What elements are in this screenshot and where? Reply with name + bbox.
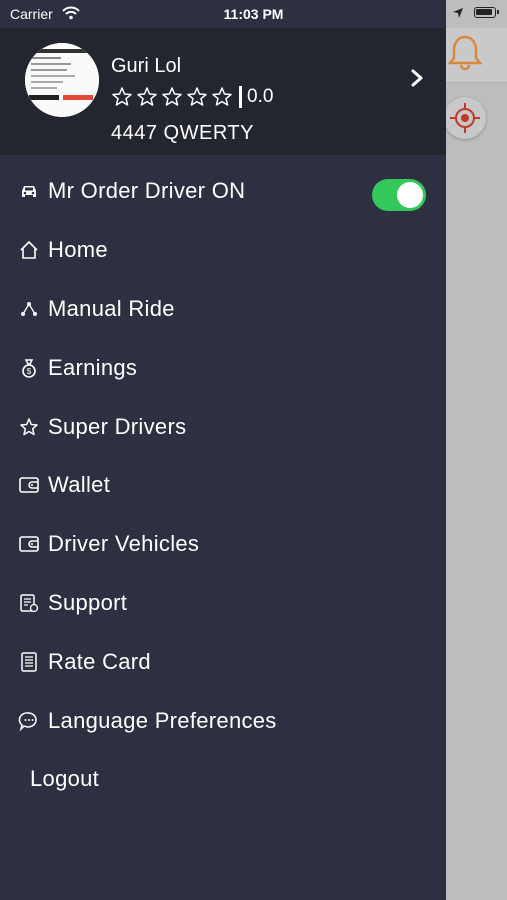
chevron-right-icon[interactable] <box>408 68 426 88</box>
home-icon <box>18 239 40 261</box>
bell-icon[interactable] <box>446 33 484 73</box>
menu-item-logout[interactable]: Logout <box>0 750 446 808</box>
rate-card-icon <box>18 651 40 673</box>
wallet-icon <box>18 533 40 555</box>
driver-status-toggle[interactable] <box>372 179 426 211</box>
crosshair-icon <box>450 103 480 133</box>
profile-header[interactable]: Guri Lol 0.0 4447 QWERTY <box>0 28 446 155</box>
menu-item-label: Home <box>48 237 108 262</box>
rating-star-icon <box>162 87 182 106</box>
menu-item-home[interactable]: Home <box>0 221 446 279</box>
avatar <box>25 43 99 117</box>
menu-item-label: Super Drivers <box>48 414 187 439</box>
chat-icon <box>18 710 40 732</box>
rating-divider <box>239 86 242 108</box>
rating-star-icon <box>112 87 132 106</box>
locate-me-button[interactable] <box>444 97 486 139</box>
menu-item-language-preferences[interactable]: Language Preferences <box>0 692 446 750</box>
clock: 11:03 PM <box>223 6 284 22</box>
menu-item-rate-card[interactable]: Rate Card <box>0 633 446 691</box>
support-doc-icon <box>18 592 40 614</box>
menu-item-label: Logout <box>30 766 100 791</box>
rating-value: 0.0 <box>247 86 274 107</box>
star-icon <box>18 416 40 438</box>
menu-item-label: Rate Card <box>48 649 151 674</box>
svg-text:$: $ <box>27 367 32 376</box>
driver-status-label: Mr Order Driver ON <box>48 178 246 203</box>
menu-item-driver-vehicles[interactable]: Driver Vehicles <box>0 515 446 573</box>
wallet-icon <box>18 474 40 496</box>
menu-item-manual-ride[interactable]: Manual Ride <box>0 280 446 338</box>
vehicle-plate: 4447 QWERTY <box>111 122 254 144</box>
menu-item-label: Support <box>48 590 128 615</box>
share-nodes-icon <box>18 298 40 320</box>
menu-item-label: Manual Ride <box>48 296 175 321</box>
menu-item-label: Wallet <box>48 472 111 497</box>
menu-item-wallet[interactable]: Wallet <box>0 456 446 514</box>
battery-icon <box>474 7 499 18</box>
driver-name: Guri Lol <box>111 55 182 77</box>
rating-star-icon <box>187 87 207 106</box>
car-icon <box>18 180 40 202</box>
menu-item-support[interactable]: Support <box>0 574 446 632</box>
money-bag-icon: $ <box>18 357 40 379</box>
side-drawer: Guri Lol 0.0 4447 QWERTY Mr Order Driver… <box>0 0 446 900</box>
menu-item-label: Earnings <box>48 355 138 380</box>
toggle-knob <box>397 182 423 208</box>
rating-stars: 0.0 <box>111 86 273 108</box>
rating-star-icon <box>137 87 157 106</box>
location-arrow-icon <box>452 6 464 22</box>
menu-item-earnings[interactable]: $ Earnings <box>0 339 446 397</box>
menu-item-label: Driver Vehicles <box>48 531 200 556</box>
driver-status-row: Mr Order Driver ON <box>0 162 446 220</box>
rating-star-icon <box>212 87 232 106</box>
status-bar: Carrier 11:03 PM <box>0 0 507 28</box>
menu-item-super-drivers[interactable]: Super Drivers <box>0 398 446 456</box>
menu-item-label: Language Preferences <box>48 708 277 733</box>
